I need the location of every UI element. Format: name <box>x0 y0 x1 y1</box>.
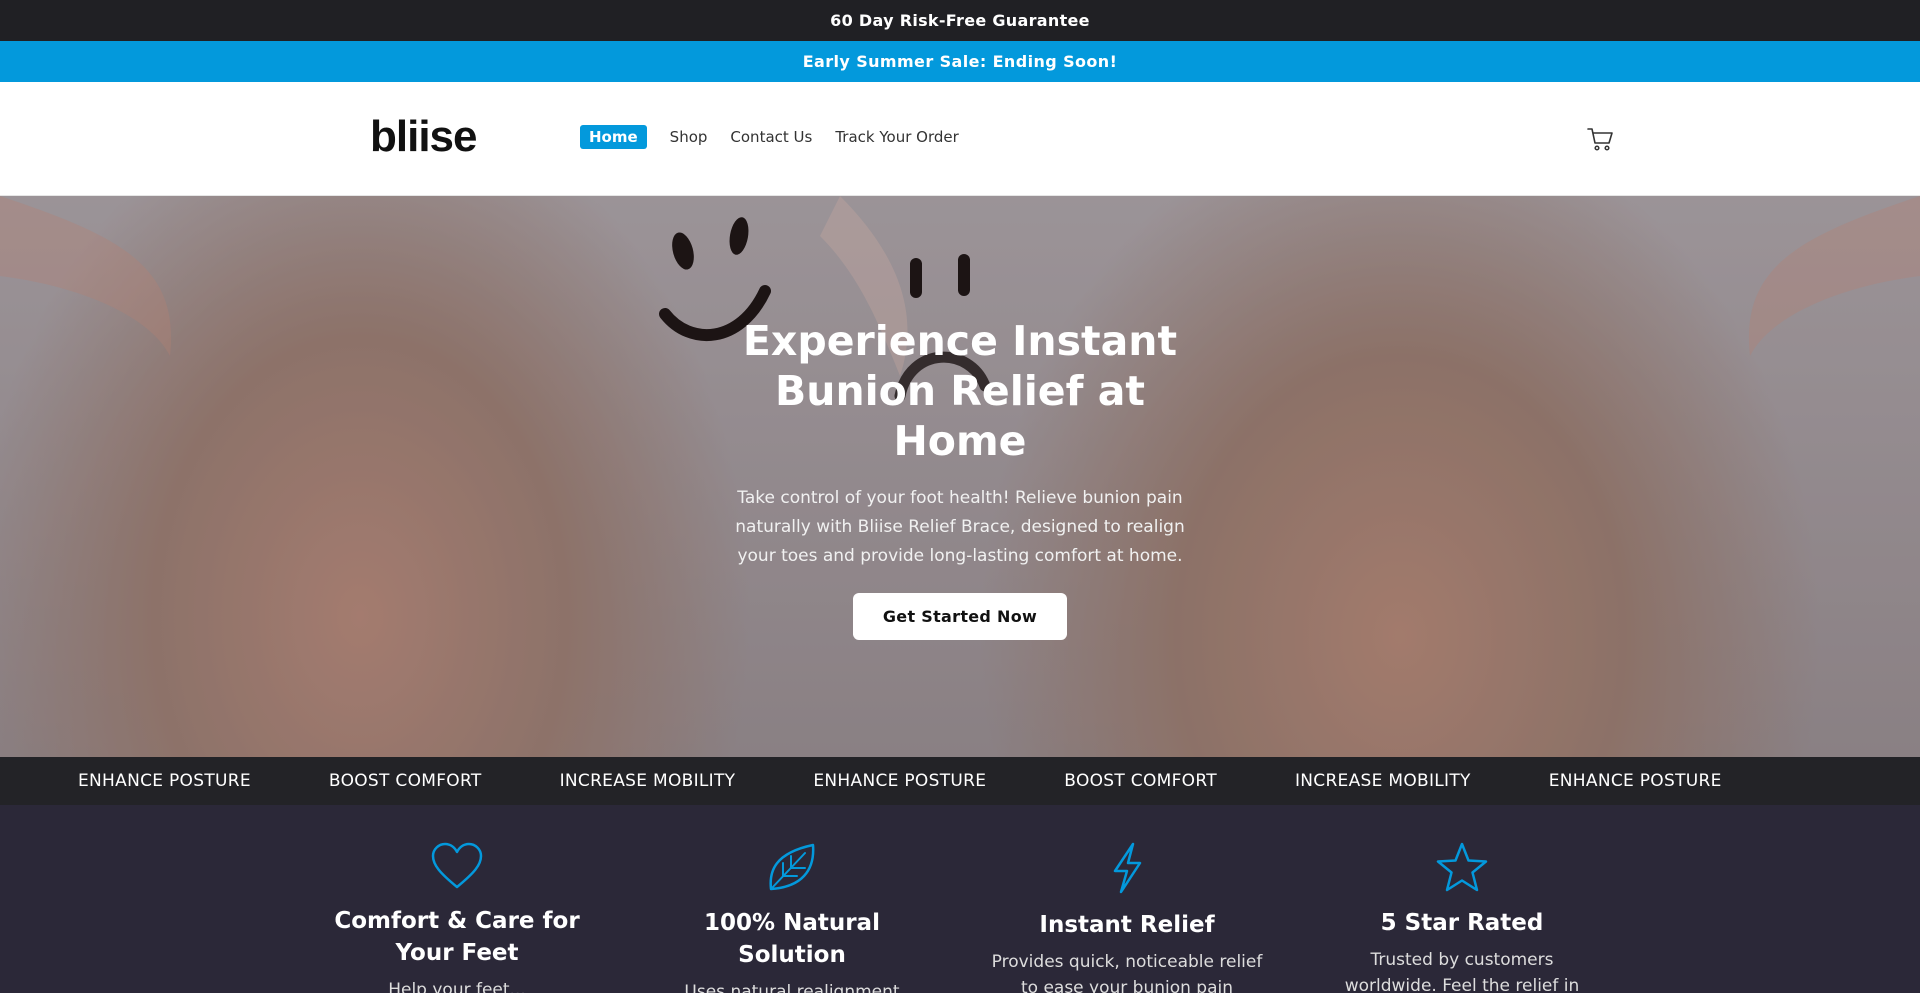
site-logo[interactable]: bliise <box>370 112 477 162</box>
feature-text: Uses natural realignment <box>684 982 900 993</box>
get-started-button[interactable]: Get Started Now <box>852 593 1068 640</box>
ticker-item: BOOST COMFORT <box>328 771 482 791</box>
main-nav: Home Shop Contact Us Track Your Order <box>580 125 982 149</box>
ticker-item: INCREASE MOBILITY <box>559 771 736 791</box>
nav-contact-us[interactable]: Contact Us <box>730 128 812 146</box>
feature-text: Provides quick, noticeable relief to eas… <box>991 952 1263 993</box>
star-icon <box>1436 842 1488 892</box>
benefits-ticker: ENHANCE POSTURE BOOST COMFORT INCREASE M… <box>0 757 1920 805</box>
nav-track-order[interactable]: Track Your Order <box>835 128 958 146</box>
feature-natural: 100% Natural Solution Uses natural reali… <box>652 841 932 993</box>
nav-shop[interactable]: Shop <box>670 128 708 146</box>
sale-bar[interactable]: Early Summer Sale: Ending Soon! <box>0 41 1920 82</box>
feature-text: Help your feet... <box>388 980 526 993</box>
feature-rated: 5 Star Rated Trusted by customers worldw… <box>1322 841 1602 993</box>
hero-content: Experience Instant Bunion Relief at Home… <box>0 316 1920 640</box>
hero-title: Experience Instant Bunion Relief at Home <box>742 317 1178 465</box>
hero-subtitle: Take control of your foot health! Reliev… <box>735 488 1185 566</box>
ticker-item: INCREASE MOBILITY <box>1294 771 1471 791</box>
feature-title: Instant Relief <box>1039 912 1215 938</box>
heart-icon <box>431 842 483 889</box>
feature-comfort: Comfort & Care for Your Feet Help your f… <box>317 841 597 993</box>
feature-title: 5 Star Rated <box>1380 910 1544 936</box>
feature-text: Trusted by customers worldwide. Feel the… <box>1344 950 1580 993</box>
hero-banner: Experience Instant Bunion Relief at Home… <box>0 196 1920 757</box>
guarantee-bar: 60 Day Risk-Free Guarantee <box>0 0 1920 41</box>
site-header: bliise Home Shop Contact Us Track Your O… <box>0 82 1920 196</box>
ticker-item: ENHANCE POSTURE <box>78 771 251 791</box>
features-section: Comfort & Care for Your Feet Help your f… <box>0 805 1920 993</box>
feature-relief: Instant Relief Provides quick, noticeabl… <box>987 841 1267 993</box>
ticker-item: ENHANCE POSTURE <box>1548 771 1722 791</box>
cart-icon[interactable] <box>1586 126 1614 152</box>
sale-text: Early Summer Sale: Ending Soon! <box>802 52 1118 71</box>
ticker-item: ENHANCE POSTURE <box>813 771 987 791</box>
feature-title: 100% Natural Solution <box>704 910 880 968</box>
ticker-item: BOOST COMFORT <box>1064 771 1217 791</box>
nav-home[interactable]: Home <box>580 125 647 149</box>
guarantee-text: 60 Day Risk-Free Guarantee <box>830 11 1090 30</box>
feature-title: Comfort & Care for Your Feet <box>334 908 580 966</box>
leaf-icon <box>769 843 815 891</box>
bolt-icon <box>1113 842 1142 894</box>
